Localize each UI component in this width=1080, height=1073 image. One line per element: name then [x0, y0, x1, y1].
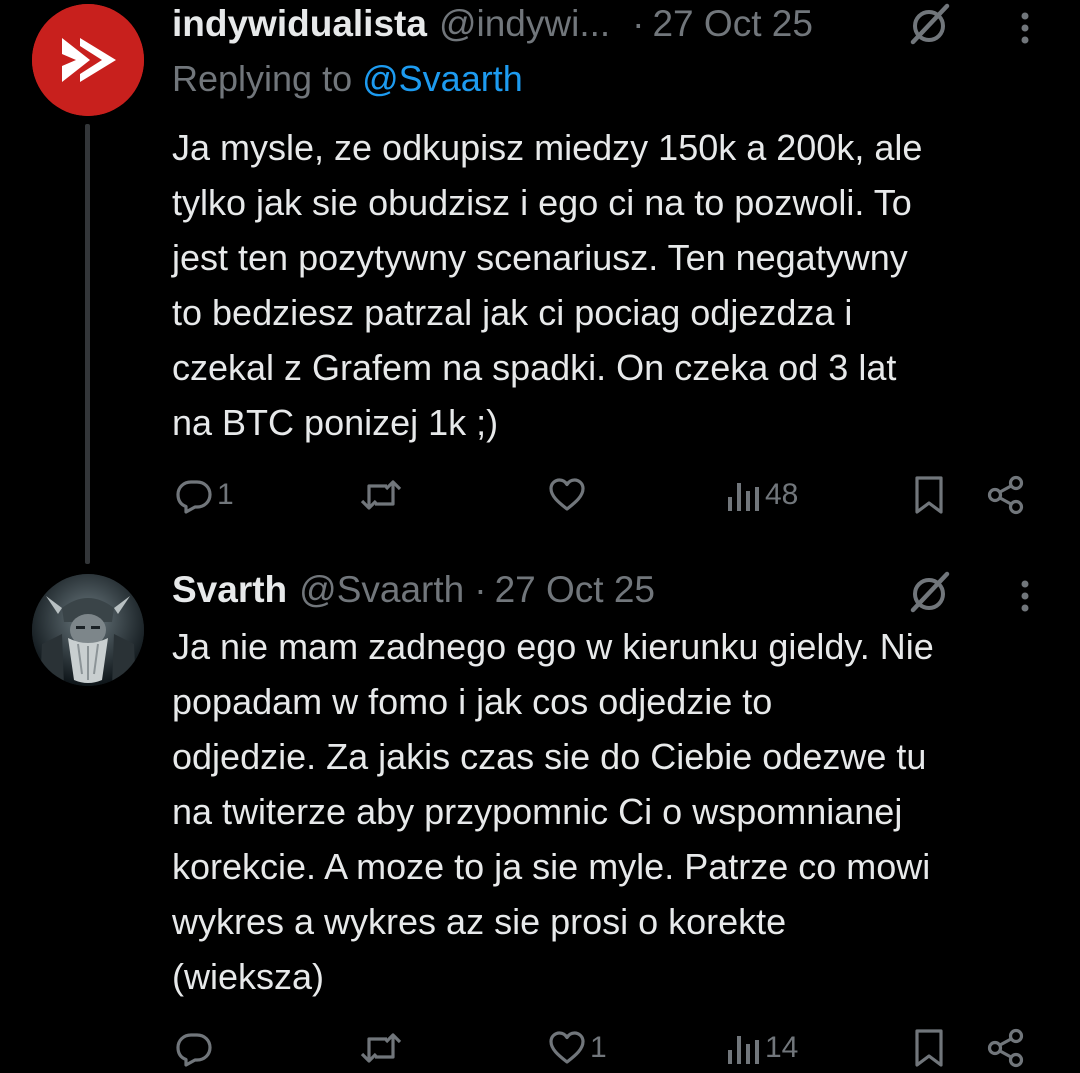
separator-dot: · — [474, 569, 487, 610]
red-logo-avatar-icon — [32, 4, 144, 116]
replying-prefix: Replying to — [172, 58, 353, 99]
bookmark-icon — [913, 1028, 945, 1068]
viking-portrait-avatar-icon — [32, 574, 144, 686]
like-button[interactable] — [548, 470, 590, 520]
views-count: 14 — [765, 1031, 799, 1064]
repost-icon — [360, 476, 402, 514]
bookmark-icon — [913, 475, 945, 515]
avatar[interactable] — [32, 4, 144, 116]
views-button[interactable]: 14 — [727, 1023, 798, 1073]
reply-button[interactable] — [175, 1023, 217, 1073]
tweet[interactable]: Svarth @Svaarth · 27 Oct 25 Ja nie mam z… — [0, 560, 1080, 1068]
display-name[interactable]: Svarth — [172, 569, 287, 611]
repost-icon — [360, 1029, 402, 1067]
display-name[interactable]: indywidualista — [172, 3, 427, 45]
reply-icon — [175, 1029, 213, 1067]
user-handle[interactable]: @Svaarth — [299, 569, 464, 611]
like-count: 1 — [590, 1031, 607, 1064]
mention-link[interactable]: @Svaarth — [362, 58, 523, 99]
repost-button[interactable] — [360, 470, 406, 520]
replying-to: Replying to @Svaarth — [172, 58, 523, 100]
share-button[interactable] — [986, 470, 1026, 520]
reply-icon — [175, 476, 213, 514]
reply-button[interactable]: 1 — [175, 470, 234, 520]
share-icon — [986, 475, 1026, 515]
like-icon — [548, 476, 586, 514]
tweet[interactable]: indywidualista @indywi... · 27 Oct 25 Re… — [0, 0, 1080, 564]
tweet-date[interactable]: 27 Oct 25 — [495, 569, 655, 611]
reply-count: 1 — [217, 478, 234, 511]
action-bar: 1 14 — [0, 1023, 1080, 1073]
repost-button[interactable] — [360, 1023, 406, 1073]
tweet-date[interactable]: 27 Oct 25 — [652, 3, 812, 45]
share-icon — [986, 1028, 1026, 1068]
separator-dot: · — [632, 3, 645, 44]
share-button[interactable] — [986, 1023, 1026, 1073]
like-icon — [548, 1029, 586, 1067]
grok-icon[interactable] — [905, 568, 953, 616]
grok-icon[interactable] — [905, 0, 953, 48]
bookmark-button[interactable] — [913, 470, 945, 520]
more-icon[interactable] — [1015, 572, 1035, 620]
views-count: 48 — [765, 478, 799, 511]
tweet-text: Ja nie mam zadnego ego w kierunku gieldy… — [172, 626, 934, 997]
tweet-text: Ja mysle, ze odkupisz miedzy 150k a 200k… — [172, 127, 923, 443]
views-button[interactable]: 48 — [727, 470, 798, 520]
views-icon — [727, 477, 761, 513]
action-bar: 1 48 — [0, 470, 1080, 520]
user-handle[interactable]: @indywi... — [439, 3, 610, 45]
like-button[interactable]: 1 — [548, 1023, 607, 1073]
bookmark-button[interactable] — [913, 1023, 945, 1073]
views-icon — [727, 1030, 761, 1066]
avatar[interactable] — [32, 574, 144, 686]
more-icon[interactable] — [1015, 4, 1035, 52]
